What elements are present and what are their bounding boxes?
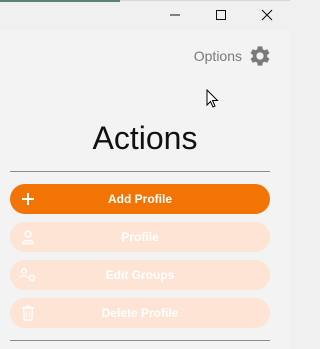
maximize-button[interactable] [198,0,244,30]
maximize-icon [216,10,226,20]
delete-profile-label: Delete Profile [101,306,179,320]
divider-bottom [10,340,270,341]
delete-profile-button[interactable]: Delete Profile [10,298,270,328]
edit-groups-button[interactable]: Edit Groups [10,260,270,290]
minimize-button[interactable] [152,0,198,30]
plus-icon [18,189,38,209]
page-title: Actions [92,120,198,156]
close-button[interactable] [244,0,290,30]
profile-label: Profile [121,230,159,244]
options-button[interactable]: Options [194,41,272,71]
trash-icon [18,303,38,323]
user-icon [18,227,38,247]
edit-groups-label: Edit Groups [105,268,175,282]
options-label: Options [193,48,242,64]
gear-icon [250,46,270,66]
title-bar [0,0,290,30]
group-settings-icon [18,265,38,285]
profile-button[interactable]: Profile [10,222,270,252]
divider-top [10,171,270,172]
window-accent-strip [0,0,120,2]
minimize-icon [170,14,180,16]
mouse-pointer-icon [206,89,219,108]
close-icon [261,9,273,21]
add-profile-button[interactable]: Add Profile [10,184,270,214]
add-profile-label: Add Profile [107,192,172,206]
